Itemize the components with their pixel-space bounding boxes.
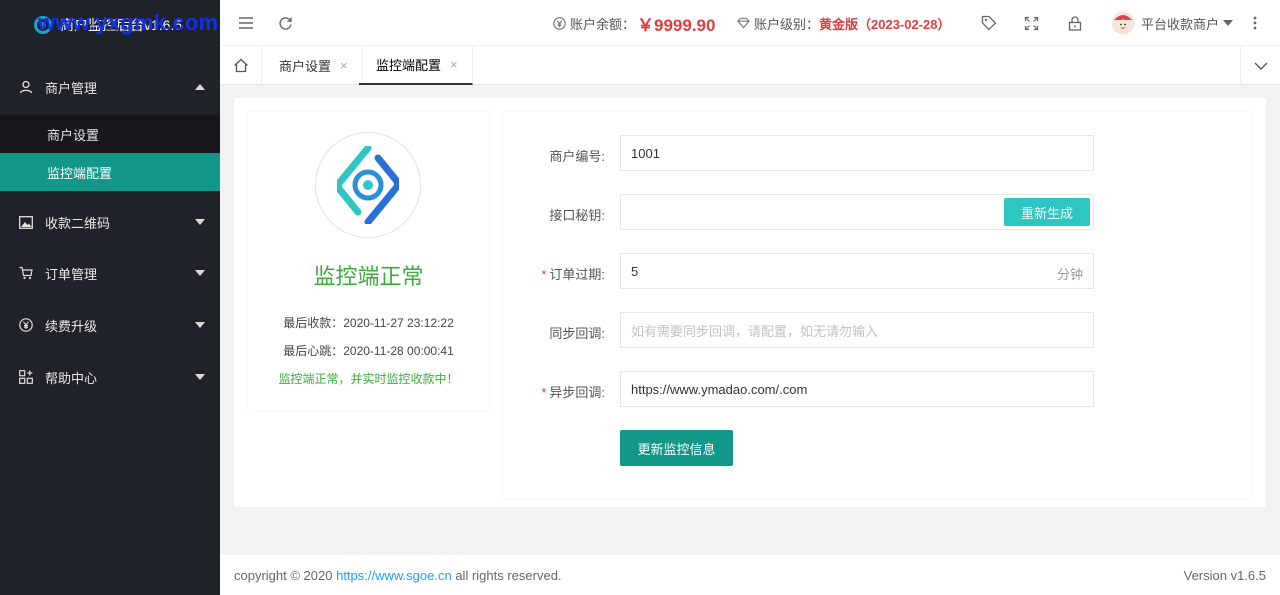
sidebar-item-renewal[interactable]: 续费升级 <box>0 299 220 351</box>
sidebar-item-label: 帮助中心 <box>45 370 98 386</box>
tab-dropdown[interactable] <box>1240 46 1280 85</box>
sidebar-item-help-center[interactable]: 帮助中心 <box>0 351 220 403</box>
footer: copyright © 2020 https://www.sgoe.cn all… <box>220 555 1280 595</box>
sidebar-item-merchant-settings[interactable]: 商户设置 <box>0 115 220 153</box>
menu-toggle[interactable] <box>238 0 254 46</box>
chevron-up-icon <box>195 84 205 90</box>
user-icon <box>18 79 34 95</box>
sidebar-submenu: 商户设置 监控端配置 <box>0 115 220 191</box>
cart-icon <box>18 265 34 281</box>
monitor-logo-icon <box>337 146 399 224</box>
update-monitor-button[interactable]: 更新监控信息 <box>620 430 733 466</box>
tag-icon <box>981 15 997 31</box>
required-mark: * <box>541 385 547 400</box>
logo-bar: 商户监控后台v1.6.5 www.yxgmk.com <box>0 0 220 50</box>
monitor-status-title: 监控端正常 <box>313 264 424 289</box>
tab-label: 商户设置 <box>279 59 332 74</box>
last-heartbeat: 最后心跳：2020-11-28 00:00:41 <box>248 342 489 359</box>
tag-button[interactable] <box>981 0 997 46</box>
user-menu[interactable]: 平台收款商户 <box>1111 0 1234 46</box>
required-mark: * <box>541 267 547 282</box>
close-icon[interactable]: × <box>340 58 348 73</box>
tab-bar: 商户设置 × 监控端配置 × <box>220 46 1280 85</box>
async-callback-label: 异步回调: <box>549 385 605 400</box>
apps-icon <box>18 369 34 385</box>
tab-merchant-settings[interactable]: 商户设置 × <box>262 46 363 85</box>
refresh-icon <box>279 16 292 30</box>
fullscreen-icon <box>1024 16 1039 30</box>
tab-monitor-config[interactable]: 监控端配置 × <box>359 46 473 85</box>
image-icon <box>18 214 34 230</box>
copyright: copyright © 2020 https://www.sgoe.cn all… <box>234 568 562 583</box>
copyright-suffix: all rights reserved. <box>451 568 562 583</box>
merchant-id-label: 商户编号: <box>549 149 605 164</box>
async-callback-label-row: * 异步回调: <box>505 382 605 401</box>
sidebar: 商户监控后台v1.6.5 www.yxgmk.com 商户管理 商户设置 监控端… <box>0 0 220 595</box>
watermark: www.yxgmk.com <box>38 10 219 35</box>
sidebar-item-label: 续费升级 <box>45 318 98 334</box>
sidebar-item-orders[interactable]: 订单管理 <box>0 247 220 299</box>
sidebar-item-label: 订单管理 <box>45 266 98 282</box>
expire-value: 5 <box>631 263 639 279</box>
monitor-logo <box>315 132 421 238</box>
sync-callback-label: 同步回调: <box>549 326 605 341</box>
more-vertical-icon <box>1253 16 1257 30</box>
expire-field[interactable]: 5 分钟 <box>620 253 1094 289</box>
account-balance: 账户余额： ￥9999.90 <box>553 0 715 46</box>
last-heartbeat-label: 最后心跳： <box>283 344 344 358</box>
regenerate-key-button[interactable]: 重新生成 <box>1004 198 1090 226</box>
user-name: 平台收款商户 <box>1141 16 1220 32</box>
more-button[interactable] <box>1253 0 1257 46</box>
tab-label: 监控端配置 <box>376 58 442 73</box>
level-label: 账户级别： <box>754 16 820 32</box>
expire-label-row: * 订单过期: <box>505 264 605 283</box>
copyright-prefix: copyright © 2020 <box>234 568 337 583</box>
refresh-button[interactable] <box>278 0 293 46</box>
yen-icon <box>18 317 34 333</box>
chevron-down-icon <box>195 374 205 380</box>
last-heartbeat-value: 2020-11-28 00:00:41 <box>343 344 454 358</box>
async-callback-field[interactable]: https://www.ymadao.com/.com <box>620 371 1094 407</box>
last-payment-value: 2020-11-27 23:12:22 <box>343 316 454 330</box>
lock-icon <box>1068 15 1082 31</box>
close-icon[interactable]: × <box>450 57 458 72</box>
fullscreen-button[interactable] <box>1024 0 1039 46</box>
yen-icon <box>553 16 566 30</box>
top-header: 账户余额： ￥9999.90 账户级别： 黄金版（2023-02-28） 平台收… <box>220 0 1280 46</box>
chevron-down-icon <box>1254 62 1267 70</box>
sidebar-item-label: 收款二维码 <box>45 215 111 231</box>
avatar <box>1111 11 1135 35</box>
balance-value: ￥9999.90 <box>637 15 716 35</box>
copyright-link[interactable]: https://www.sgoe.cn <box>336 568 452 583</box>
version: Version v1.6.5 <box>1183 568 1266 583</box>
sidebar-item-merchant-management[interactable]: 商户管理 <box>0 61 220 113</box>
chevron-down-icon <box>195 219 205 225</box>
expire-label: 订单过期: <box>549 267 605 282</box>
merchant-id-field[interactable]: 1001 <box>620 135 1094 171</box>
account-level: 账户级别： 黄金版（2023-02-28） <box>737 0 951 46</box>
sidebar-item-monitor-config[interactable]: 监控端配置 <box>0 153 220 191</box>
chevron-down-icon <box>195 322 205 328</box>
menu-icon <box>239 17 253 29</box>
home-icon <box>233 58 248 73</box>
diamond-icon <box>737 17 750 29</box>
expire-unit: 分钟 <box>1056 267 1083 282</box>
tab-home[interactable] <box>220 46 262 85</box>
balance-label: 账户余额： <box>570 16 636 32</box>
chevron-down-icon <box>1223 20 1234 26</box>
sidebar-item-qr-codes[interactable]: 收款二维码 <box>0 196 220 248</box>
lock-button[interactable] <box>1068 0 1082 46</box>
level-value: 黄金版（2023-02-28） <box>819 16 951 32</box>
api-key-label: 接口秘钥: <box>549 208 605 223</box>
last-payment-label: 最后收款： <box>283 316 344 330</box>
sidebar-item-label: 商户管理 <box>45 80 98 96</box>
last-payment: 最后收款：2020-11-27 23:12:22 <box>248 314 489 331</box>
sync-callback-field[interactable]: 如有需要同步回调，请配置，如无请勿输入 <box>620 312 1094 348</box>
monitor-status-message: 监控端正常，并实时监控收款中！ <box>278 372 459 386</box>
chevron-down-icon <box>195 270 205 276</box>
monitor-status-panel: 监控端正常 最后收款：2020-11-27 23:12:22 最后心跳：2020… <box>248 112 489 410</box>
